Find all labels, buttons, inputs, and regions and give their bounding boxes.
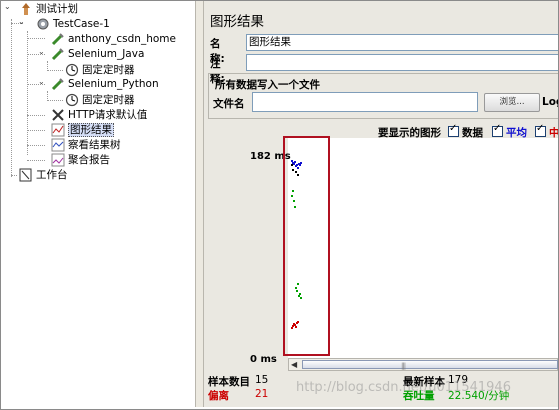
y-axis-min-label: 0 ms (250, 354, 277, 365)
graph-results-icon (51, 123, 65, 137)
median-checkbox[interactable] (535, 123, 546, 137)
timer-icon (65, 93, 79, 107)
scroll-left-icon[interactable]: ◀ (291, 360, 297, 369)
timer-icon (65, 63, 79, 77)
config-icon (51, 108, 65, 122)
tree-item-sampler-anthony[interactable]: anthony_csdn_home (51, 31, 176, 47)
tree-item-graph-results[interactable]: 图形结果 (51, 122, 114, 138)
file-section: 所有数据写入一个文件 文件名 浏览... Log (208, 73, 558, 119)
samples-count-label: 样本数目 (208, 376, 250, 388)
test-plan-tree: ⌄ ⌄ ⌄ ⌄ 测试计划 TestCase-1 anthony_csdn_hom… (1, 1, 195, 407)
http-sampler-icon (51, 47, 65, 61)
http-sampler-icon (51, 32, 65, 46)
collapse-toggle-icon[interactable]: ⌄ (38, 48, 45, 56)
collapse-toggle-icon[interactable]: ⌄ (38, 78, 45, 86)
thread-group-icon (36, 17, 50, 31)
deviation-value: 21 (255, 388, 269, 400)
tree-item-sampler-java[interactable]: Selenium_Java (51, 46, 144, 62)
samples-count-value: 15 (255, 374, 269, 386)
http-sampler-icon (51, 77, 65, 91)
file-section-header: 所有数据写入一个文件 (215, 79, 320, 91)
results-tree-icon (51, 138, 65, 152)
deviation-label: 偏离 (208, 390, 229, 402)
tree-item-aggregate-report[interactable]: 聚合报告 (51, 152, 110, 168)
report-icon (51, 153, 65, 167)
scrollbar-thumb[interactable]: ||| (302, 360, 558, 370)
test-plan-icon (19, 2, 33, 16)
tree-item-thread-group[interactable]: TestCase-1 (36, 16, 110, 32)
highlight-annotation-box (283, 136, 330, 356)
filename-label: 文件名 (213, 98, 245, 110)
graph-horizontal-scrollbar[interactable]: ◀ ||| (288, 358, 558, 371)
tree-item-http-defaults[interactable]: HTTP请求默认值 (51, 107, 147, 123)
name-field[interactable]: 图形结果 (246, 34, 558, 51)
scrollbar-grip-icon: ||| (401, 362, 406, 370)
data-checkbox[interactable] (448, 123, 459, 137)
tree-item-timer-python[interactable]: 固定定时器 (65, 92, 135, 108)
collapse-toggle-icon[interactable]: ⌄ (4, 3, 11, 11)
tree-item-sampler-python[interactable]: Selenium_Python (51, 76, 159, 92)
watermark-text: http://blog.csdn.net/u011541946 (296, 380, 511, 395)
workbench-icon (19, 168, 33, 182)
collapse-toggle-icon[interactable]: ⌄ (18, 18, 25, 26)
average-checkbox[interactable] (492, 123, 503, 137)
log-label: Log (542, 96, 558, 108)
split-pane-divider[interactable] (195, 1, 204, 407)
comment-field[interactable] (246, 54, 558, 71)
browse-button[interactable]: 浏览... (484, 93, 540, 112)
filename-input[interactable] (252, 92, 478, 112)
tree-item-test-plan[interactable]: 测试计划 (19, 1, 78, 17)
panel-title: 图形结果 (210, 14, 264, 30)
graph-results-panel: 图形结果 名称: 图形结果 注释: 所有数据写入一个文件 文件名 浏览... L… (204, 1, 558, 407)
tree-item-results-tree[interactable]: 察看结果树 (51, 137, 121, 153)
tree-item-workbench[interactable]: 工作台 (19, 167, 68, 183)
